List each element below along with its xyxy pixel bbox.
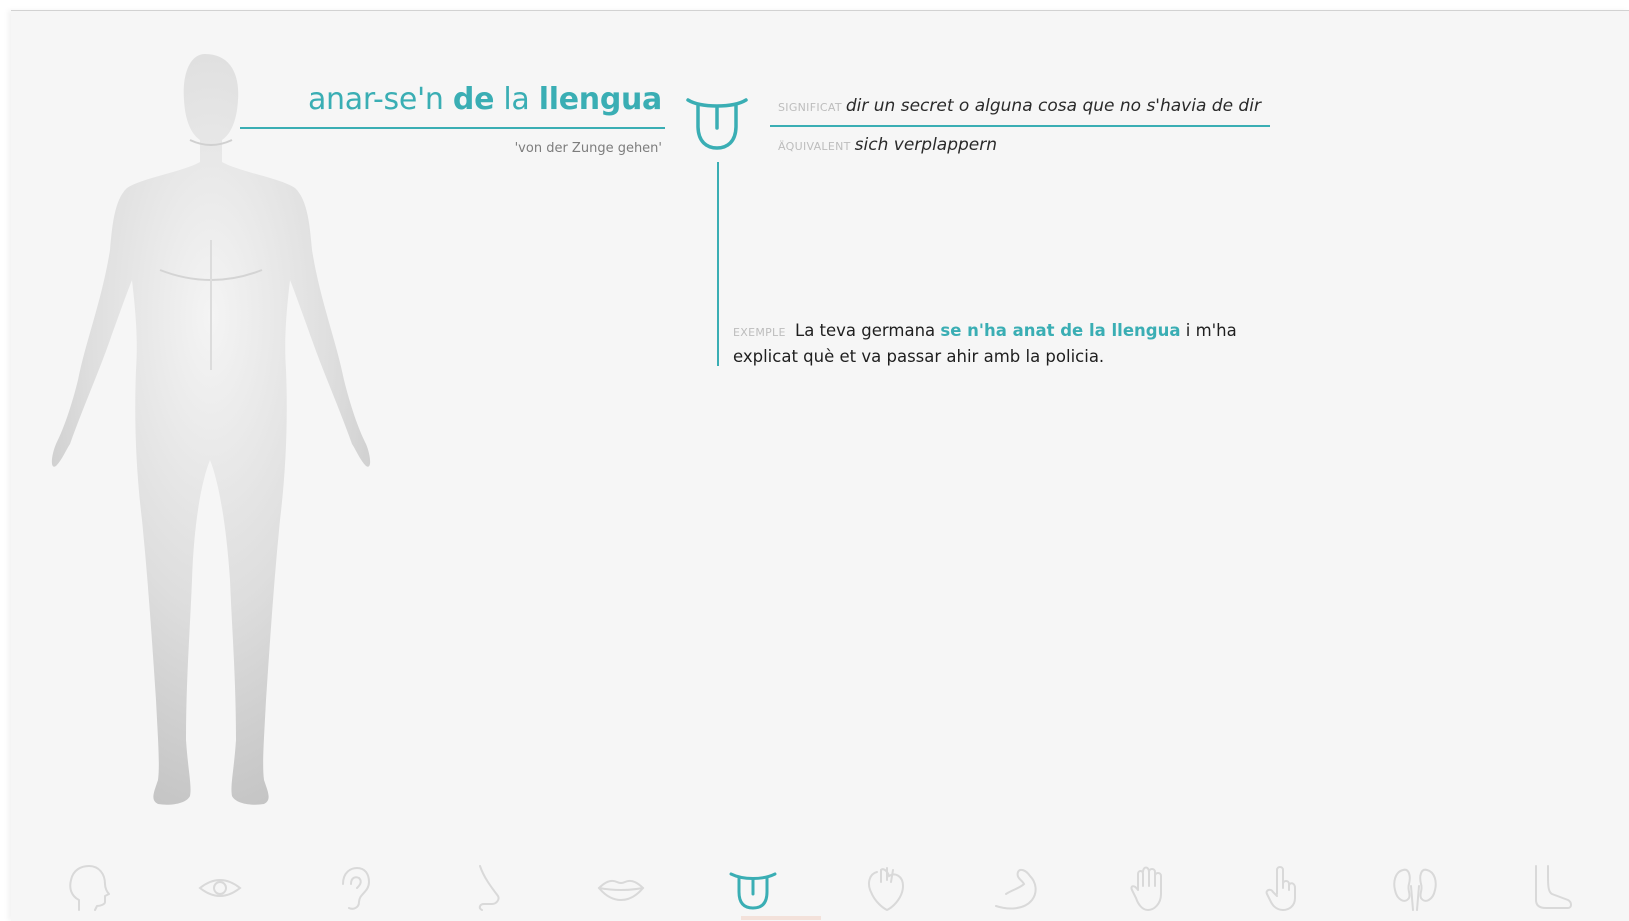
- meaning-label: SIGNIFICAT: [778, 101, 842, 114]
- example-text-before: La teva germana: [795, 321, 936, 340]
- nav-eye-icon[interactable]: [192, 860, 248, 916]
- equivalent-text: sich verplappern: [854, 135, 998, 155]
- idiom-title: anar-se'n de la llengua: [250, 82, 662, 117]
- human-body-figure: [40, 40, 390, 840]
- nav-arm-icon[interactable]: [990, 860, 1046, 916]
- equivalent-row: ÄQUIVALENT sich verplappern: [778, 135, 997, 155]
- nav-finger-icon[interactable]: [1255, 860, 1311, 916]
- example-block: EXEMPLE La teva germana se n'ha anat de …: [733, 319, 1303, 369]
- meaning-text: dir un secret o alguna cosa que no s'hav…: [845, 96, 1261, 116]
- nav-kidneys-icon[interactable]: [1387, 860, 1443, 916]
- nav-lips-icon[interactable]: [593, 860, 649, 916]
- example-highlight: se n'ha anat de la llengua: [940, 321, 1181, 340]
- title-part-a: anar-se'n: [307, 82, 444, 117]
- meaning-underline: [770, 125, 1270, 127]
- body-part-nav: [0, 860, 1629, 920]
- nav-foot-icon[interactable]: [1520, 860, 1576, 916]
- tongue-icon: [685, 96, 749, 152]
- literal-translation: 'von der Zunge gehen': [514, 141, 662, 156]
- title-underline: [240, 127, 665, 129]
- title-part-c: la: [503, 82, 530, 117]
- title-part-d: llengua: [538, 82, 663, 117]
- nav-nose-icon[interactable]: [458, 860, 514, 916]
- connector-line: [717, 162, 719, 366]
- nav-ear-icon[interactable]: [325, 860, 381, 916]
- active-indicator: [741, 916, 821, 920]
- meaning-row: SIGNIFICAT dir un secret o alguna cosa qu…: [778, 96, 1261, 116]
- title-part-b: de: [452, 82, 495, 117]
- nav-hand-icon[interactable]: [1122, 860, 1178, 916]
- nav-heart-icon[interactable]: [857, 860, 913, 916]
- example-label: EXEMPLE: [733, 326, 786, 339]
- equivalent-label: ÄQUIVALENT: [778, 140, 851, 153]
- nav-tongue-icon[interactable]: [725, 860, 781, 916]
- nav-head-icon[interactable]: [59, 860, 115, 916]
